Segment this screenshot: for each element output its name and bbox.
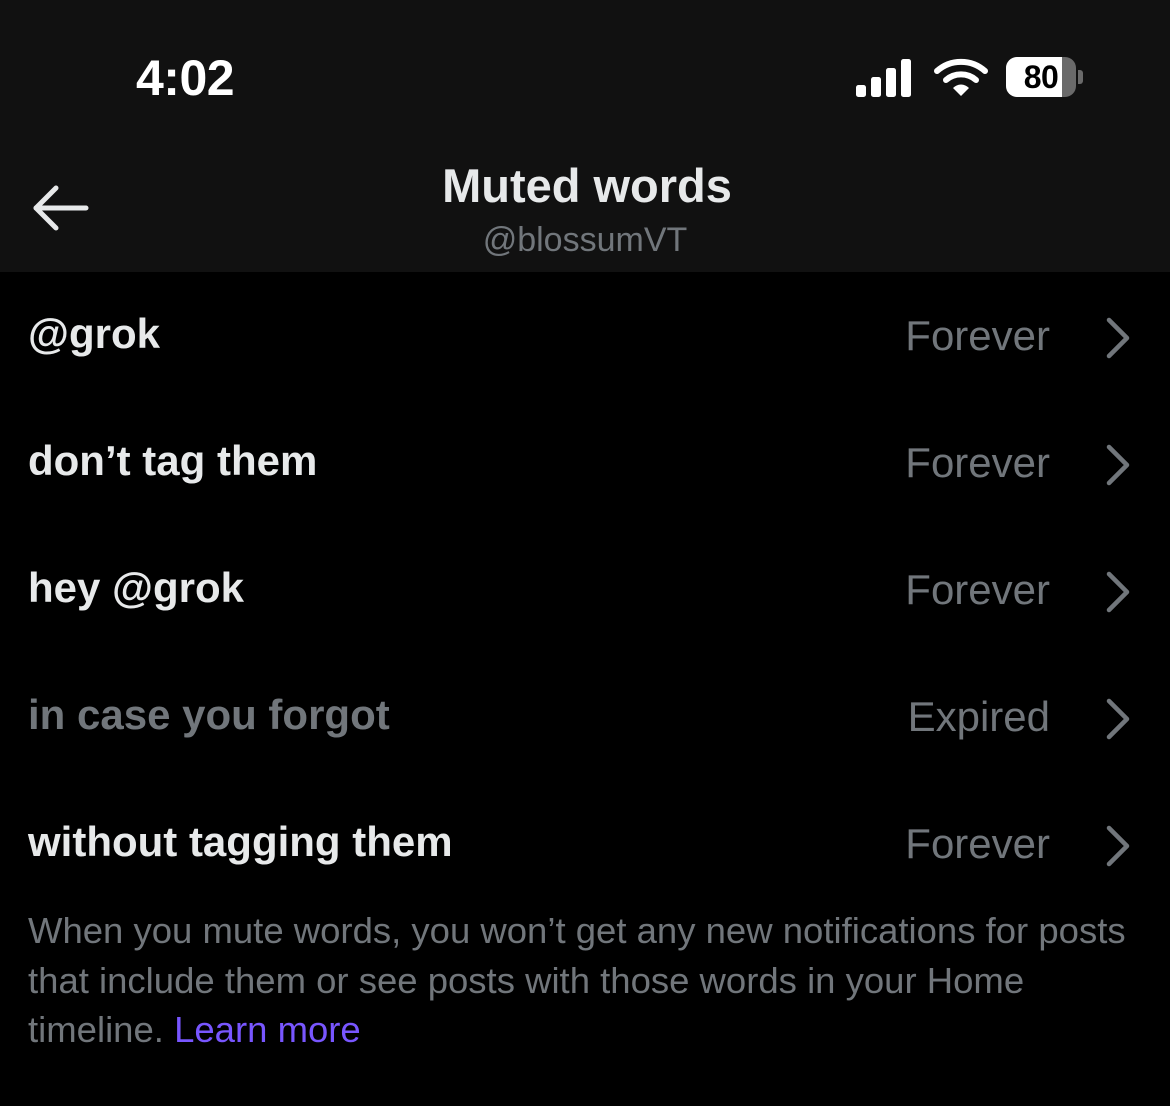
battery-body: 80 bbox=[1006, 57, 1076, 97]
page-title: Muted words bbox=[442, 159, 732, 212]
muted-word-row[interactable]: without tagging them Forever bbox=[0, 780, 1170, 907]
muted-word-row[interactable]: don’t tag them Forever bbox=[0, 399, 1170, 526]
chevron-right-icon bbox=[1106, 571, 1130, 613]
battery-icon: 80 bbox=[1006, 57, 1084, 97]
battery-percent: 80 bbox=[1023, 59, 1059, 95]
mute-duration: Forever bbox=[905, 439, 1050, 486]
mute-duration: Forever bbox=[905, 820, 1050, 867]
top-bar: 4:02 80 Muted words @blossumVT bbox=[0, 0, 1170, 272]
muted-words-description: When you mute words, you won’t get any n… bbox=[28, 906, 1138, 1055]
cellular-signal-icon bbox=[856, 59, 911, 97]
muted-word-text: without tagging them bbox=[28, 818, 453, 865]
mute-duration: Forever bbox=[905, 566, 1050, 613]
mute-duration: Expired bbox=[907, 693, 1050, 740]
muted-word-text: in case you forgot bbox=[28, 691, 390, 738]
muted-word-row[interactable]: @grok Forever bbox=[0, 272, 1170, 399]
muted-words-list: @grok Forever don’t tag them Forever hey… bbox=[0, 272, 1170, 907]
status-time: 4:02 bbox=[136, 50, 235, 106]
chevron-right-icon bbox=[1106, 444, 1130, 486]
account-handle: @blossumVT bbox=[482, 221, 688, 259]
battery-cap bbox=[1078, 70, 1083, 84]
chevron-right-icon bbox=[1106, 698, 1130, 740]
muted-word-text: don’t tag them bbox=[28, 437, 318, 484]
muted-word-row[interactable]: hey @grok Forever bbox=[0, 526, 1170, 653]
mute-duration: Forever bbox=[905, 312, 1050, 359]
learn-more-link[interactable]: Learn more bbox=[174, 1009, 361, 1050]
muted-word-text: hey @grok bbox=[28, 564, 245, 611]
wifi-icon bbox=[934, 58, 988, 96]
muted-word-row-expired[interactable]: in case you forgot Expired bbox=[0, 653, 1170, 780]
chevron-right-icon bbox=[1106, 825, 1130, 867]
chevron-right-icon bbox=[1106, 317, 1130, 359]
muted-word-text: @grok bbox=[28, 310, 160, 357]
